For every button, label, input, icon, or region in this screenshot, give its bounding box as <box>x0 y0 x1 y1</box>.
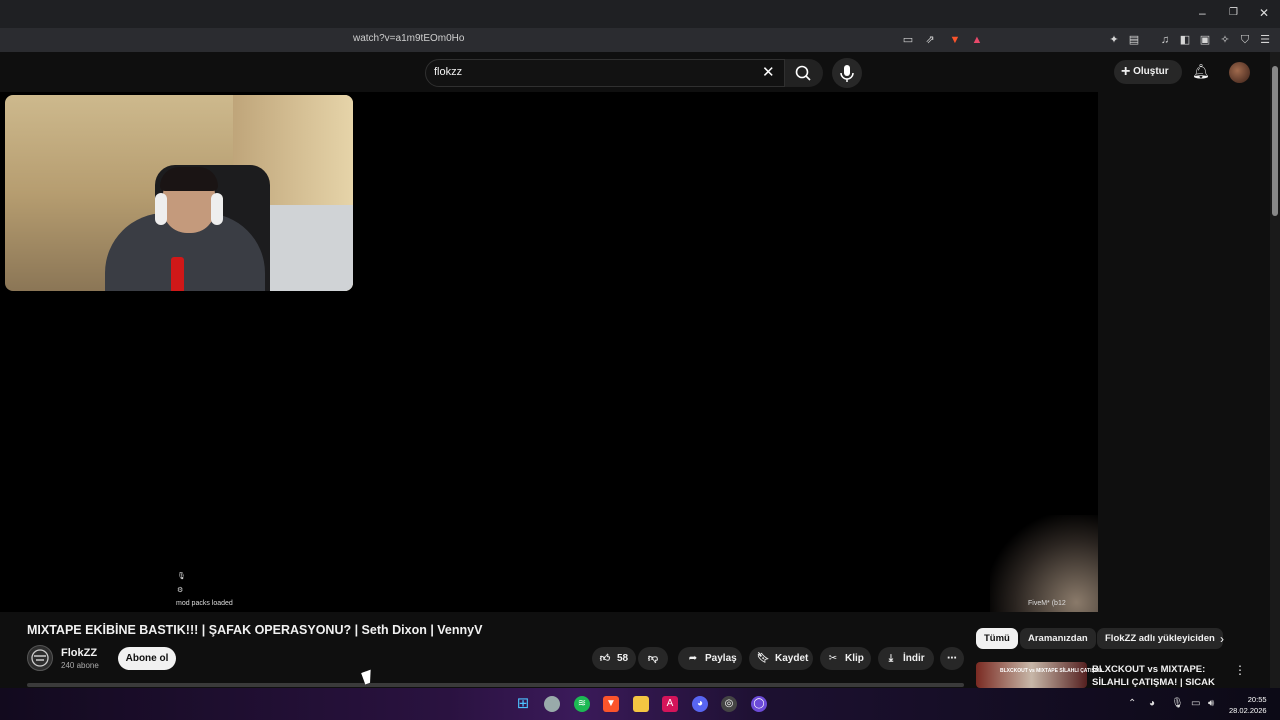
like-button[interactable]: 👍︎ 58 <box>592 647 636 670</box>
webcam-overlay <box>5 95 353 291</box>
channel-name[interactable]: FlokZZ <box>61 647 97 659</box>
voice-search-button[interactable] <box>832 58 862 88</box>
search-input[interactable]: flokzz <box>434 66 462 78</box>
channel-avatar[interactable] <box>27 645 53 671</box>
create-label: Oluştur <box>1133 66 1169 77</box>
tray-volume-icon[interactable]: 🔊︎ <box>1208 698 1214 709</box>
tray-discord-icon[interactable]: ◕ <box>1149 698 1155 709</box>
like-count: 58 <box>617 653 629 664</box>
wallet-icon[interactable]: ▣ <box>1198 33 1212 47</box>
more-vertical-icon[interactable]: ⋮ <box>1234 663 1246 677</box>
close-window-button[interactable]: ✕ <box>1259 6 1269 20</box>
thumbs-down-icon: 👎︎ <box>647 653 659 664</box>
more-horizontal-icon: ⋯ <box>947 653 957 664</box>
share-button[interactable]: ➦ Paylaş <box>678 647 742 670</box>
chip-from-uploader[interactable]: FlokZZ adlı yükleyiciden <box>1097 628 1223 649</box>
chip-all[interactable]: Tümü <box>976 628 1018 649</box>
clock-date: 28.02.2026 <box>1229 706 1267 715</box>
headphones-right <box>211 193 223 225</box>
reader-icon[interactable]: ▤ <box>1127 33 1141 47</box>
file-explorer-icon[interactable] <box>633 696 649 712</box>
tray-chevron-up-icon[interactable]: ⌃ <box>1128 698 1136 709</box>
settings-icon-overlay: ⚙ <box>177 587 184 594</box>
page-divider <box>27 683 964 687</box>
webcam-bed <box>260 205 353 291</box>
menu-icon[interactable]: ☰ <box>1258 33 1272 47</box>
clip-label: Klip <box>845 653 864 664</box>
search-icon <box>795 65 811 81</box>
tray-display-icon[interactable]: ▭ <box>1191 698 1200 709</box>
red-app-icon[interactable]: A <box>662 696 678 712</box>
cast-icon[interactable]: ▭ <box>901 33 915 47</box>
dislike-button[interactable]: 👎︎ <box>638 647 668 670</box>
webcam-microphone <box>171 257 184 291</box>
mic-icon-overlay: 🎙︎ <box>177 573 186 580</box>
thumbs-up-icon: 👍︎ <box>599 653 611 664</box>
video-title: MIXTAPE EKİBİNE BASTIK!!! | ŞAFAK OPERAS… <box>27 623 483 637</box>
video-player[interactable]: 🎙︎ ⚙ mod packs loaded FiveM* (b12 <box>0 92 1098 612</box>
save-button[interactable]: 🔖︎ Kaydet <box>749 647 813 670</box>
microphone-icon <box>840 65 854 82</box>
create-button[interactable]: + Oluştur <box>1114 60 1182 84</box>
recommendation-thumbnail[interactable] <box>976 662 1087 688</box>
search-box[interactable] <box>425 59 785 87</box>
clock-time: 20:55 <box>1247 695 1267 704</box>
subscriber-count: 240 abone <box>61 661 99 670</box>
brave-browser-icon[interactable]: ▼ <box>603 696 619 712</box>
fivem-build-text: FiveM* (b12 <box>1028 600 1066 607</box>
webcam-person-hair <box>160 167 218 191</box>
notifications-bell-icon[interactable]: 🔔︎ <box>1192 63 1210 80</box>
chip-from-search[interactable]: Aramanızdan <box>1020 628 1096 649</box>
brave-shields-icon[interactable]: ▼ <box>948 33 962 47</box>
thumbnail-text: BLXCKOUT vs MIXTAPE SİLAHLI ÇATIŞMA <box>1000 668 1103 674</box>
chevron-right-icon[interactable]: › <box>1220 632 1224 646</box>
download-label: İndir <box>903 653 925 664</box>
search-button[interactable] <box>785 59 823 87</box>
share-label: Paylaş <box>705 653 737 664</box>
taskbar-clock[interactable]: 20:55 28.02.2026 <box>1229 694 1267 716</box>
bookmark-icon: 🔖︎ <box>756 653 770 664</box>
scissors-icon: ✂ <box>828 653 838 664</box>
windows-start-icon[interactable]: ⊞ <box>515 696 531 712</box>
scrollbar-thumb[interactable] <box>1272 66 1278 216</box>
vpn-icon[interactable]: ⛉ <box>1238 33 1252 47</box>
plus-icon: + <box>1121 63 1131 80</box>
clip-button[interactable]: ✂ Klip <box>820 647 871 670</box>
spotify-icon[interactable]: ≋ <box>574 696 590 712</box>
minimize-button[interactable]: – <box>1199 6 1206 20</box>
app-icon-gray[interactable] <box>544 696 560 712</box>
headphones-left <box>155 193 167 225</box>
clear-search-icon[interactable]: ✕ <box>762 63 775 81</box>
app-icon-dark[interactable]: ◎ <box>721 696 737 712</box>
share-icon: ➦ <box>688 653 698 664</box>
tray-mic-icon[interactable]: 🎙︎ <box>1171 698 1184 709</box>
subscribe-button[interactable]: Abone ol <box>118 647 176 670</box>
download-button[interactable]: ⤓ İndir <box>878 647 934 670</box>
leo-ai-icon[interactable]: ✧ <box>1218 33 1232 47</box>
share-page-icon[interactable]: ⇗ <box>923 33 937 47</box>
restore-button[interactable]: ❐ <box>1229 7 1238 18</box>
address-bar-row <box>0 28 1280 52</box>
music-icon[interactable]: ♫ <box>1158 33 1172 47</box>
save-label: Kaydet <box>775 653 809 664</box>
account-avatar[interactable] <box>1229 62 1250 83</box>
channel-logo-icon <box>31 649 49 667</box>
app-icon-purple[interactable]: ◯ <box>751 696 767 712</box>
sidebar-icon[interactable]: ◧ <box>1178 33 1192 47</box>
discord-icon[interactable]: ◕ <box>692 696 708 712</box>
more-actions-button[interactable]: ⋯ <box>940 647 964 670</box>
mod-packs-text: mod packs loaded <box>176 600 233 607</box>
download-icon: ⤓ <box>888 653 894 664</box>
extensions-icon[interactable]: ✦ <box>1107 33 1121 47</box>
browser-tab-bar <box>0 0 1280 28</box>
game-light-glow <box>990 515 1098 612</box>
url-field[interactable]: watch?v=a1m9tEOm0Ho <box>353 33 464 44</box>
brave-rewards-icon[interactable]: ▲ <box>970 33 984 47</box>
